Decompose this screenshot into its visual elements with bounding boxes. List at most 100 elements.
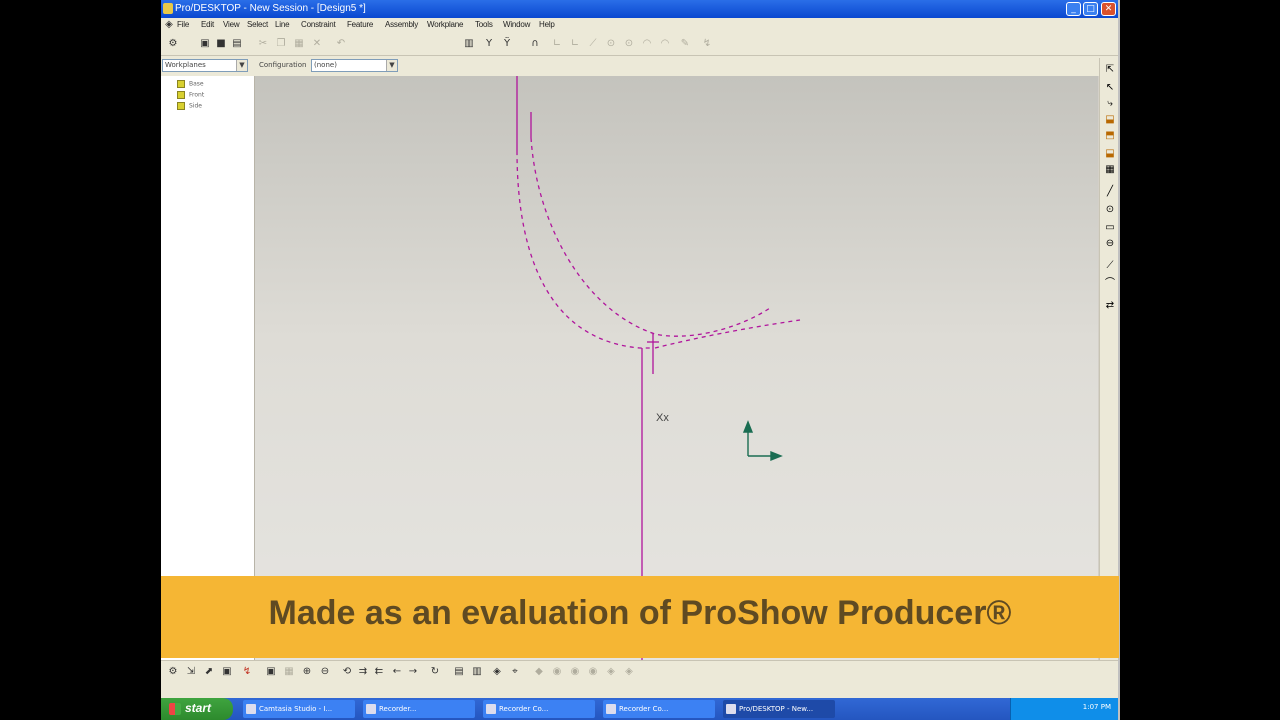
cut-icon[interactable]: ✂ [257, 38, 269, 50]
cursor-label: Xx [656, 412, 669, 424]
configuration-combo-value: (none) [314, 61, 337, 69]
tree-item-front[interactable]: Front [177, 91, 204, 101]
rect-icon[interactable]: ∟ [569, 38, 581, 50]
taskbar-item-active[interactable]: Pro/DESKTOP - New... [723, 700, 835, 718]
render-icon[interactable]: ◆ [533, 666, 545, 678]
menu-select[interactable]: Select [247, 20, 268, 29]
view-next-icon[interactable]: ⇉ [357, 666, 369, 678]
select-tool-icon[interactable]: ⇱ [1104, 64, 1116, 76]
chevron-down-icon[interactable]: ▼ [236, 60, 247, 71]
app-menu-icon[interactable]: ◈ [163, 19, 175, 31]
configuration-combo[interactable]: (none) ▼ [311, 59, 398, 72]
render5-icon[interactable]: ◈ [605, 666, 617, 678]
app-icon [606, 704, 616, 714]
circle-tool-icon[interactable]: ⊙ [1104, 204, 1116, 216]
minimize-button[interactable]: _ [1066, 2, 1081, 16]
design-icon[interactable]: ▥ [463, 38, 475, 50]
hidden-line-icon[interactable]: ▥ [471, 666, 483, 678]
wizard-icon[interactable]: ⚙ [167, 38, 179, 50]
undo-icon[interactable]: ↶ [335, 38, 347, 50]
print-icon[interactable]: ▤ [231, 38, 243, 50]
zoom-in-icon[interactable]: ⊕ [301, 666, 313, 678]
system-tray: 1:07 PM [1010, 698, 1119, 720]
menu-tools[interactable]: Tools [475, 20, 493, 29]
menu-constraint[interactable]: Constraint [301, 20, 336, 29]
dimension-tool-icon[interactable]: ⇄ [1104, 300, 1116, 312]
sketch-curve-inner [530, 137, 771, 337]
shaded-view-icon[interactable]: ▤ [453, 666, 465, 678]
view-previous-icon[interactable]: ⇇ [373, 666, 385, 678]
render3-icon[interactable]: ◉ [569, 666, 581, 678]
render2-icon[interactable]: ◉ [551, 666, 563, 678]
render6-icon[interactable]: ◈ [623, 666, 635, 678]
zoom-box-icon[interactable]: ▣ [265, 666, 277, 678]
menu-window[interactable]: Window [503, 20, 530, 29]
copy-icon[interactable]: ❐ [275, 38, 287, 50]
menu-assembly[interactable]: Assembly [385, 20, 418, 29]
sketch-select-icon[interactable]: ⤷ [1104, 98, 1116, 110]
taskbar-item[interactable]: Recorder... [363, 700, 475, 718]
arrow-icon[interactable]: ↖ [1104, 82, 1116, 94]
diag-icon[interactable]: ⟋ [587, 38, 599, 50]
taskbar-item[interactable]: Recorder Co... [483, 700, 595, 718]
arc-icon[interactable]: ◠ [641, 38, 653, 50]
face-select-icon[interactable]: ⬒ [1104, 130, 1116, 142]
edge-select-icon[interactable]: ⬓ [1104, 148, 1116, 160]
extrude-icon[interactable]: ⬈ [203, 666, 215, 678]
render4-icon[interactable]: ◉ [587, 666, 599, 678]
tree-item-base[interactable]: Base [177, 80, 204, 90]
menu-workplane[interactable]: Workplane [427, 20, 463, 29]
pan-icon[interactable]: ⇲ [185, 666, 197, 678]
refresh-icon[interactable]: ↻ [429, 666, 441, 678]
taskbar-item[interactable]: Recorder Co... [603, 700, 715, 718]
constraint-icon[interactable]: ↯ [701, 38, 713, 50]
start-button[interactable]: start [161, 698, 233, 720]
menu-file[interactable]: File [177, 20, 189, 29]
line-icon[interactable]: ╱ [1104, 186, 1116, 198]
design-canvas[interactable]: Xx [255, 76, 1098, 660]
trim-tool-icon[interactable]: ⟋ [1104, 260, 1116, 272]
line-tool-icon[interactable]: ∩ [529, 38, 541, 50]
wireframe-icon[interactable]: ◈ [491, 666, 503, 678]
select-icon[interactable]: Y [483, 38, 495, 50]
filter-icon[interactable]: Ÿ [501, 38, 513, 50]
menu-feature[interactable]: Feature [347, 20, 373, 29]
arc2-icon[interactable]: ◠ [659, 38, 671, 50]
view-rotate-icon[interactable]: ⟲ [341, 666, 353, 678]
app-icon [486, 704, 496, 714]
menu-edit[interactable]: Edit [201, 20, 214, 29]
save-icon[interactable]: ■ [215, 38, 227, 50]
chevron-down-icon[interactable]: ▼ [386, 60, 397, 71]
menu-view[interactable]: View [223, 20, 240, 29]
menu-line[interactable]: Line [275, 20, 290, 29]
circle-icon[interactable]: ⊙ [605, 38, 617, 50]
app-icon [163, 3, 173, 14]
menu-help[interactable]: Help [539, 20, 555, 29]
ortho-icon[interactable]: ∟ [551, 38, 563, 50]
delete-icon[interactable]: ✕ [311, 38, 323, 50]
circle2-icon[interactable]: ⊙ [623, 38, 635, 50]
pencil-icon[interactable]: ✎ [679, 38, 691, 50]
ellipse-tool-icon[interactable]: ⊖ [1104, 238, 1116, 250]
rotate-icon[interactable]: ⚙ [167, 666, 179, 678]
axis-y-arrow [742, 420, 754, 433]
part-select-icon[interactable]: ▦ [1104, 164, 1116, 176]
open-icon[interactable]: ▣ [199, 38, 211, 50]
spin-icon[interactable]: ↯ [241, 666, 253, 678]
feature-select-icon[interactable]: ⬓ [1104, 114, 1116, 126]
zoom-window-icon[interactable]: ▦ [283, 666, 295, 678]
close-button[interactable]: ✕ [1101, 2, 1116, 16]
feature-icon[interactable]: ▣ [221, 666, 233, 678]
taskbar-item[interactable]: Camtasia Studio - I... [243, 700, 355, 718]
maximize-button[interactable]: □ [1083, 2, 1098, 16]
browser-combo[interactable]: Workplanes ▼ [162, 59, 248, 72]
section-icon[interactable]: ⌖ [509, 666, 521, 678]
rectangle-tool-icon[interactable]: ▭ [1104, 222, 1116, 234]
paste-icon[interactable]: ▦ [293, 38, 305, 50]
view-back-icon[interactable]: ← [391, 666, 403, 678]
tree-item-side[interactable]: Side [177, 102, 202, 112]
fillet-tool-icon[interactable]: ⌒ [1104, 278, 1116, 290]
view-forward-icon[interactable]: → [407, 666, 419, 678]
zoom-out-icon[interactable]: ⊖ [319, 666, 331, 678]
main-toolbar: ⚙ ▣ ■ ▤ ✂ ❐ ▦ ✕ ↶ ▥ Y Ÿ ∩ ∟ ∟ ⟋ ⊙ ⊙ ◠ ◠ … [161, 33, 1119, 56]
